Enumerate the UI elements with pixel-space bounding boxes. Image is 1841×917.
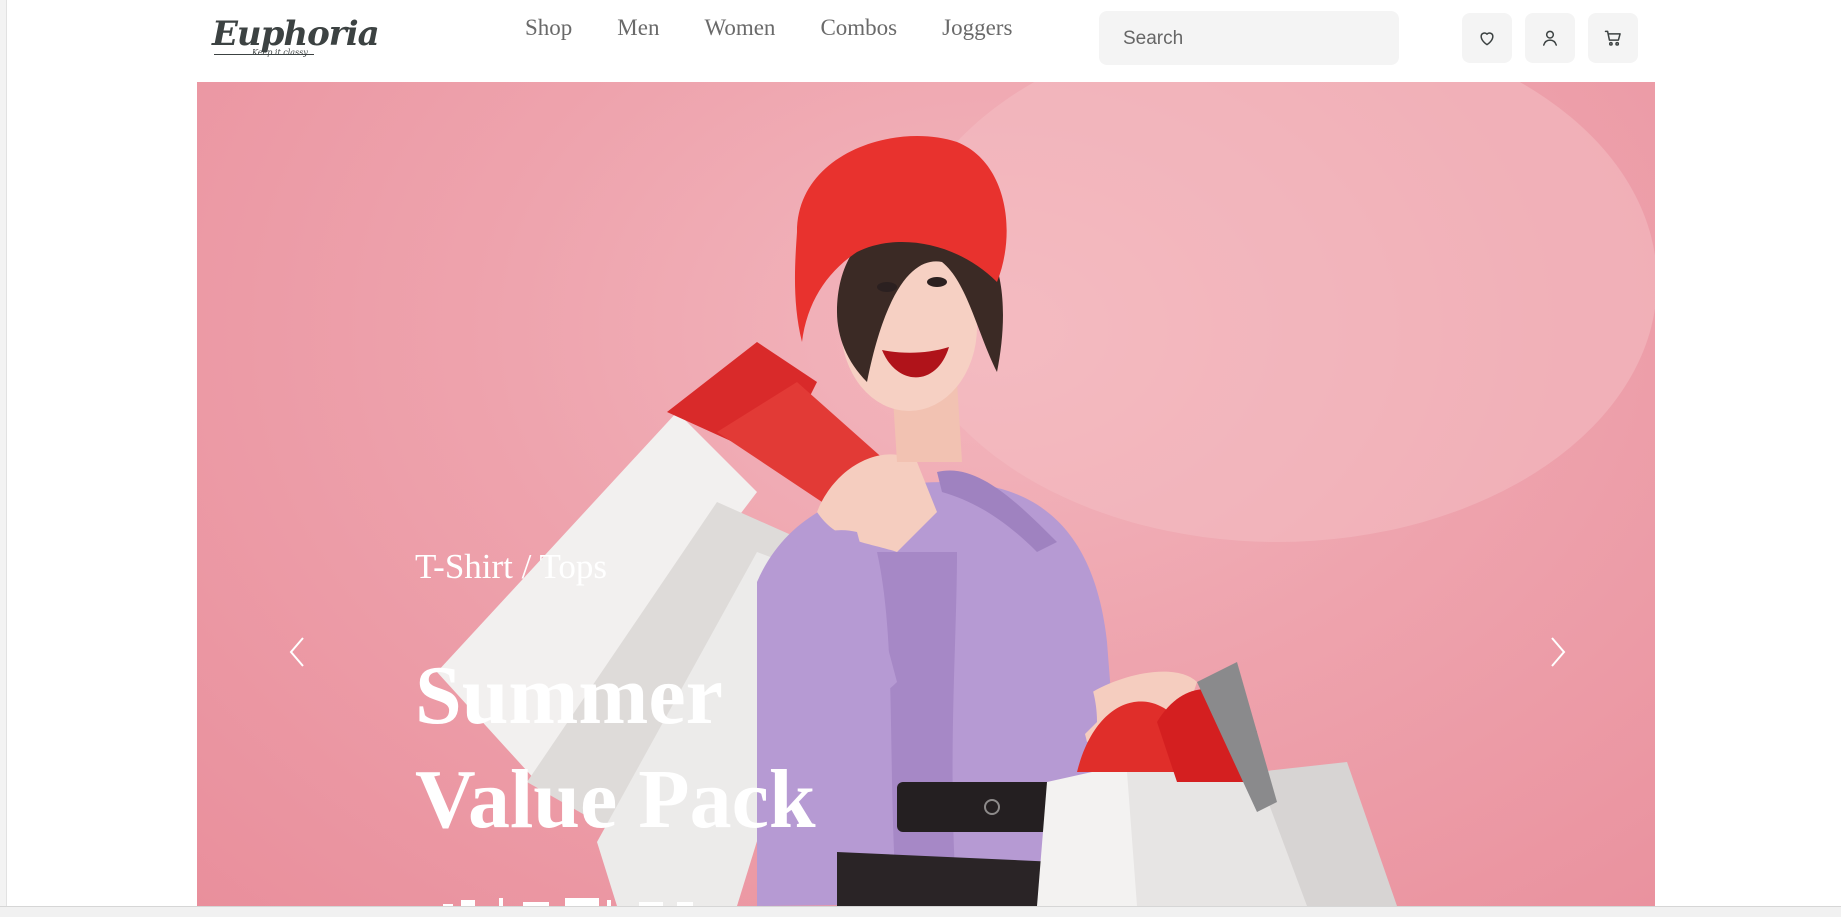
wishlist-button[interactable] [1462,13,1512,63]
nav-item-shop[interactable]: Shop [525,12,572,46]
nav-item-joggers[interactable]: Joggers [942,12,1012,46]
nav-item-men[interactable]: Men [617,12,659,46]
search-input[interactable] [1121,11,1385,67]
hero-title-line1: Summer [415,649,723,742]
carousel-prev-arrow-icon[interactable] [283,630,313,674]
window-left-border [0,0,7,916]
hero-category: T-Shirt / Tops [415,547,608,586]
search-box [1099,11,1399,67]
hero-title-line2: Value Pack [415,753,816,846]
nav-item-combos[interactable]: Combos [820,12,897,46]
brand-logo[interactable]: Euphoria Keep it classy [212,14,380,64]
account-button[interactable] [1525,13,1575,63]
logo-underline [214,54,314,55]
brand-name: Euphoria [212,14,380,54]
cart-button[interactable] [1588,13,1638,63]
main-nav: Shop Men Women Combos Joggers [525,12,1012,46]
hero-banner: T-Shirt / Tops Summer Value Pack [197,82,1655,906]
carousel-next-arrow-icon[interactable] [1542,630,1572,674]
cart-icon [1604,30,1621,46]
nav-item-women[interactable]: Women [704,12,775,46]
hero-description-cutoff [415,894,735,906]
window-bottom-border [0,906,1841,917]
hero-title: Summer Value Pack [415,644,816,852]
heart-icon [1480,32,1494,46]
cutoff-text-fragment [443,898,693,906]
user-icon [1543,30,1557,46]
